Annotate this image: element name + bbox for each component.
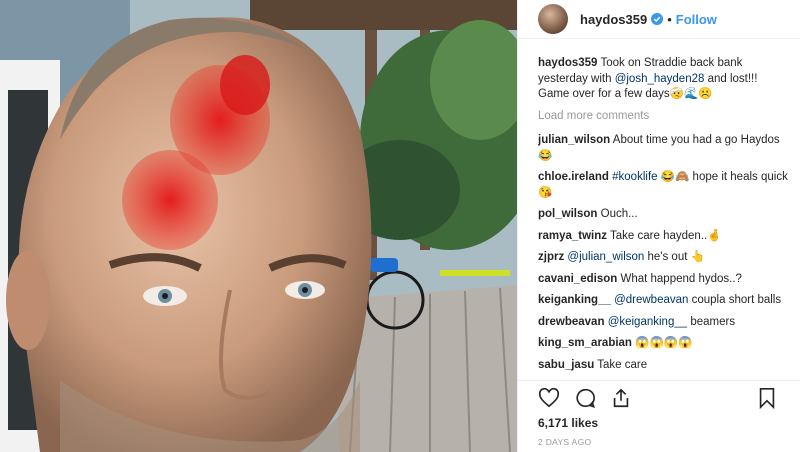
comment-username[interactable]: chloe.ireland — [538, 171, 609, 183]
post-sidebar: haydos359 • Follow haydos359 Took on Str… — [517, 0, 800, 452]
comment: keiganking__ @drewbeavan coupla short ba… — [538, 293, 788, 309]
comment-mention[interactable]: @keiganking__ — [608, 316, 687, 328]
comment-username[interactable]: king_sm_arabian — [538, 337, 632, 349]
comment-username[interactable]: drewbeavan — [538, 316, 604, 328]
comment-username[interactable]: pol_wilson — [538, 208, 597, 220]
follow-button[interactable]: Follow — [676, 12, 717, 27]
comment-username[interactable]: ramya_twinz — [538, 230, 607, 242]
header-username[interactable]: haydos359 — [580, 12, 647, 27]
likes-count[interactable]: 6,171 likes — [538, 416, 598, 430]
comment: sabu_jasu Take care — [538, 358, 788, 374]
caption: haydos359 Took on Straddie back bank yes… — [538, 56, 788, 103]
comment-text: Ouch... — [600, 208, 638, 220]
comment-text: coupla short balls — [688, 294, 782, 306]
separator-dot: • — [667, 11, 672, 27]
load-more-comments-button[interactable]: Load more comments — [538, 109, 788, 125]
comment-mention[interactable]: @drewbeavan — [614, 294, 688, 306]
comment-text: he's out 👆 — [644, 251, 705, 263]
post-header: haydos359 • Follow — [518, 0, 800, 39]
comment-hashtag[interactable]: #kooklife — [612, 171, 657, 183]
post-timestamp: 2 DAYS AGO — [538, 437, 592, 447]
comment: julian_wilson About time you had a go Ha… — [538, 133, 788, 164]
verified-icon — [651, 13, 664, 25]
comment: pol_wilson Ouch... — [538, 207, 788, 223]
comment: zjprz @julian_wilson he's out 👆 — [538, 250, 788, 266]
comment-username[interactable]: keiganking__ — [538, 294, 611, 306]
bookmark-icon[interactable] — [756, 387, 778, 409]
caption-username[interactable]: haydos359 — [538, 57, 597, 69]
comment: ramya_twinz Take care hayden..🤞 — [538, 229, 788, 245]
avatar[interactable] — [538, 4, 568, 34]
comment-username[interactable]: zjprz — [538, 251, 564, 263]
action-bar — [538, 385, 788, 411]
comment-icon[interactable] — [574, 387, 596, 409]
heart-icon[interactable] — [538, 387, 560, 409]
comments-list[interactable]: haydos359 Took on Straddie back bank yes… — [538, 56, 788, 378]
comment: drewbeavan @keiganking__ beamers — [538, 315, 788, 331]
comment: cavani_edison What happend hydos..? — [538, 272, 788, 288]
comment-text: What happend hydos..? — [620, 272, 742, 285]
comment-username[interactable]: cavani_edison — [538, 273, 617, 285]
comment-username[interactable]: sabu_jasu — [538, 359, 594, 371]
post-photo[interactable] — [0, 0, 517, 452]
comment: chloe.ireland #kooklife 😂🙈 hope it heals… — [538, 170, 788, 201]
comment-text: 😱😱😱😱 — [635, 337, 693, 349]
share-icon[interactable] — [610, 387, 632, 409]
comment-username[interactable]: julian_wilson — [538, 134, 610, 146]
selfie-image — [0, 0, 517, 452]
caption-mention[interactable]: @josh_hayden28 — [615, 73, 705, 85]
comment-text: beamers — [687, 315, 736, 328]
comment-text: Take care — [597, 358, 648, 371]
comment-text: Take care hayden..🤞 — [610, 229, 722, 242]
comment-mention[interactable]: @julian_wilson — [567, 251, 644, 263]
divider — [518, 380, 800, 381]
comment: king_sm_arabian 😱😱😱😱 — [538, 336, 788, 352]
